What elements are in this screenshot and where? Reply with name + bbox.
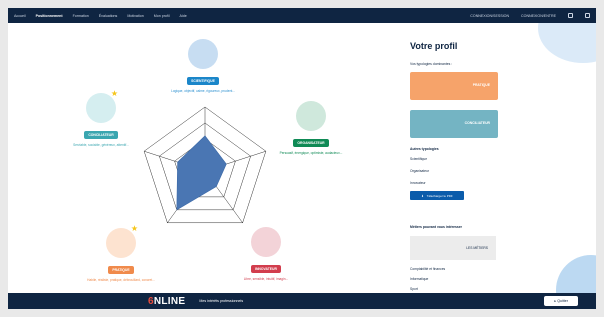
organisateur-avatar xyxy=(296,101,326,131)
radar-area: SCIENTIFIQUE Logique, objectif, calme, r… xyxy=(8,23,388,293)
sector-link[interactable]: Sport xyxy=(410,287,418,291)
sector-link[interactable]: Informatique xyxy=(410,277,428,281)
jobs-card-label: LES MÉTIERS xyxy=(466,246,488,250)
decor-blob xyxy=(538,23,596,63)
star-icon: ★ xyxy=(110,89,118,98)
logo-text: NLINE xyxy=(153,295,186,307)
profile-panel: Votre profil Vos typologies dominantes :… xyxy=(388,23,596,293)
nav-accueil[interactable]: Accueil xyxy=(14,14,26,18)
star-icon: ★ xyxy=(130,224,138,233)
dominant-card-pratique[interactable]: PRATIQUE xyxy=(410,72,498,100)
other-link[interactable]: Scientifique xyxy=(410,157,427,161)
quit-label: Quitter xyxy=(557,299,568,303)
scientifique-badge: SCIENTIFIQUE xyxy=(187,77,219,85)
session-link[interactable]: CONNEXION/SESSION xyxy=(470,14,509,18)
app-logo: 6NLINE xyxy=(148,296,185,307)
organisateur-badge: ORGANISATEUR xyxy=(293,139,329,147)
profile-innovateur[interactable]: INNOVATEUR Libre, sensible, intuitif, im… xyxy=(236,227,296,281)
scientifique-desc: Logique, objectif, calme, rigoureux, pru… xyxy=(171,89,235,93)
innovateur-badge: INNOVATEUR xyxy=(251,265,281,273)
conciliateur-badge: CONCILIATEUR xyxy=(84,131,118,139)
footer-title: Mes intérêts professionnels xyxy=(199,299,244,303)
nav-aide[interactable]: Aide xyxy=(180,14,187,18)
dominant-card-conciliateur[interactable]: CONCILIATEUR xyxy=(410,110,498,138)
pratique-badge: PRATIQUE xyxy=(108,266,134,274)
dominant-heading: Vos typologies dominantes : xyxy=(410,62,453,66)
profile-title: Votre profil xyxy=(410,41,458,51)
radar-score-shape xyxy=(176,135,227,211)
nav-mon-profil[interactable]: Mon profil xyxy=(154,14,170,18)
download-icon: ⬇ xyxy=(421,193,424,198)
other-link[interactable]: Organisateur xyxy=(410,169,429,173)
pratique-desc: Habile, réaliste, pratique, débrouillard… xyxy=(87,278,155,282)
pratique-avatar: ★ xyxy=(106,224,138,258)
scientifique-avatar xyxy=(188,39,218,69)
dominant-label: PRATIQUE xyxy=(472,83,490,87)
other-link[interactable]: Innovateur xyxy=(410,181,426,185)
jobs-heading: Métiers pouvant vous intéresser xyxy=(410,225,463,229)
download-label: Télécharger le PDF xyxy=(426,193,453,198)
conciliateur-desc: Serviable, sociable, généreux, attentif.… xyxy=(73,143,129,147)
nav-positionnement[interactable]: Positionnement xyxy=(36,14,63,18)
nav-formation[interactable]: Formation xyxy=(73,14,89,18)
jobs-card[interactable]: LES MÉTIERS xyxy=(410,236,496,260)
sector-link[interactable]: Comptabilité et finances xyxy=(410,267,445,271)
organisateur-desc: Persuasif, énergique, optimiste, audacie… xyxy=(279,151,343,155)
dominant-label: CONCILIATEUR xyxy=(464,121,490,125)
conciliateur-avatar: ★ xyxy=(86,89,118,123)
other-heading: Autres typologies xyxy=(410,147,439,151)
decor-blob xyxy=(556,255,596,293)
nav-evaluations[interactable]: Évaluations xyxy=(99,14,118,18)
nav-motivation[interactable]: Motivation xyxy=(127,14,143,18)
account-link[interactable]: CONNEXION/ENTRE xyxy=(521,14,556,18)
innovateur-avatar xyxy=(251,227,281,257)
download-pdf-button[interactable]: ⬇ Télécharger le PDF xyxy=(410,191,464,200)
window-icon[interactable] xyxy=(585,13,590,18)
profile-scientifique[interactable]: SCIENTIFIQUE Logique, objectif, calme, r… xyxy=(168,39,238,93)
quit-button[interactable]: ▸ Quitter xyxy=(544,296,578,306)
top-nav: Accueil Positionnement Formation Évaluat… xyxy=(8,8,596,23)
app-frame: Accueil Positionnement Formation Évaluat… xyxy=(8,8,596,309)
profile-conciliateur[interactable]: ★ CONCILIATEUR Serviable, sociable, géné… xyxy=(64,89,138,147)
innovateur-desc: Libre, sensible, intuitif, imagin... xyxy=(243,277,289,281)
chat-icon[interactable] xyxy=(568,13,573,18)
profile-pratique[interactable]: ★ PRATIQUE Habile, réaliste, pratique, d… xyxy=(86,224,156,282)
profile-organisateur[interactable]: ORGANISATEUR Persuasif, énergique, optim… xyxy=(276,101,346,155)
bottom-bar: 6NLINE Mes intérêts professionnels ▸ Qui… xyxy=(8,293,596,309)
nav-right: CONNEXION/SESSION CONNEXION/ENTRE xyxy=(458,13,590,18)
